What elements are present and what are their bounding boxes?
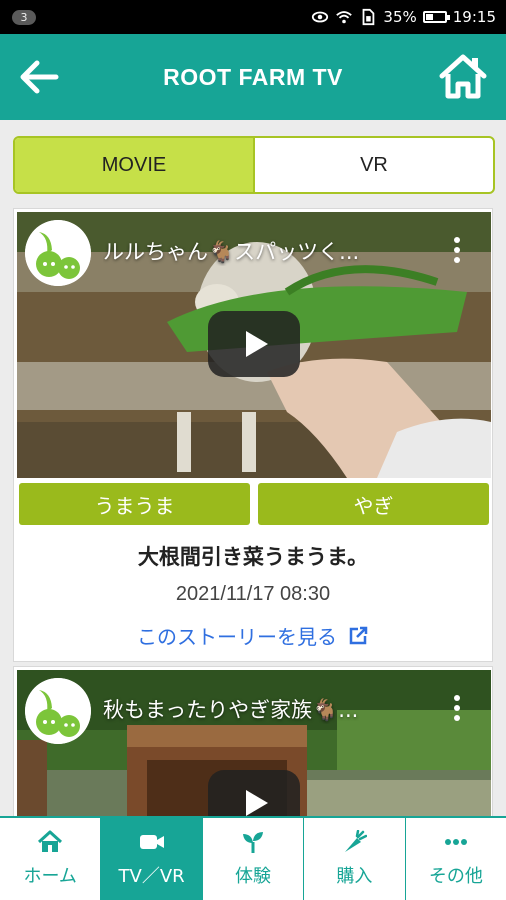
sprout-icon — [243, 832, 264, 853]
wifi-icon — [336, 11, 353, 24]
more-vertical-icon[interactable] — [453, 236, 461, 264]
tag-list: うまうま やぎ — [19, 483, 489, 525]
battery-icon — [422, 11, 450, 23]
nav-purchase[interactable]: 購入 — [304, 818, 406, 900]
tag-button[interactable]: やぎ — [258, 483, 489, 525]
nav-experience[interactable]: 体験 — [203, 818, 305, 900]
channel-avatar[interactable] — [25, 220, 91, 286]
bottom-navigation: ホーム TV／VR 体験 購入 その他 — [0, 816, 506, 900]
nav-other-label: その他 — [428, 866, 483, 887]
app-header: ROOT FARM TV — [0, 34, 506, 120]
clock: 19:15 — [452, 8, 496, 26]
movie-vr-tabs: MOVIE VR — [13, 136, 495, 194]
page-title: ROOT FARM TV — [163, 64, 343, 90]
post-date: 2021/11/17 08:30 — [175, 583, 331, 605]
nav-home[interactable]: ホーム — [0, 818, 102, 900]
tag-button[interactable]: うまうま — [19, 483, 250, 525]
nav-purchase-label: 購入 — [336, 866, 373, 887]
video-title: ルルちゃん🐐スパッツく... — [103, 240, 360, 264]
story-link-label: このストーリーを見る — [137, 625, 337, 649]
notification-count-badge: 3 — [12, 10, 36, 25]
nav-tv-vr-label: TV／VR — [118, 866, 185, 887]
battery-fill — [425, 14, 433, 20]
video-title: 秋もまったりやぎ家族🐐... — [103, 698, 359, 722]
video-card: ルルちゃん🐐スパッツく... うまうま やぎ 大根間引き菜うまうま。 2021/… — [13, 208, 493, 662]
root-farm-logo-icon — [25, 678, 91, 744]
status-icons: 35% 19:15 — [311, 0, 496, 34]
tab-vr[interactable]: VR — [255, 138, 493, 192]
home-icon — [38, 830, 63, 852]
tab-movie[interactable]: MOVIE — [15, 138, 255, 192]
nav-home-label: ホーム — [23, 866, 77, 887]
eye-icon — [312, 11, 329, 23]
video-camera-icon — [139, 835, 164, 849]
more-vertical-icon[interactable] — [453, 694, 461, 722]
nav-tv-vr[interactable]: TV／VR — [101, 818, 203, 900]
external-link-icon — [349, 626, 368, 644]
post-title: 大根間引き菜うまうま。 — [137, 545, 369, 569]
battery-percent: 35% — [383, 8, 417, 26]
root-farm-logo-icon — [25, 220, 91, 286]
channel-avatar[interactable] — [25, 678, 91, 744]
play-button[interactable] — [208, 311, 300, 377]
nav-experience-label: 体験 — [235, 866, 272, 887]
nav-other[interactable]: その他 — [406, 818, 506, 900]
more-dots-icon — [444, 839, 467, 845]
home-icon[interactable] — [438, 52, 488, 100]
sim-icon — [363, 8, 375, 26]
status-bar: 3 35% 19:15 — [0, 0, 506, 34]
video-thumbnail[interactable]: ルルちゃん🐐スパッツく... — [17, 212, 491, 478]
story-link[interactable]: このストーリーを見る — [14, 621, 492, 650]
carrot-icon — [345, 830, 368, 852]
